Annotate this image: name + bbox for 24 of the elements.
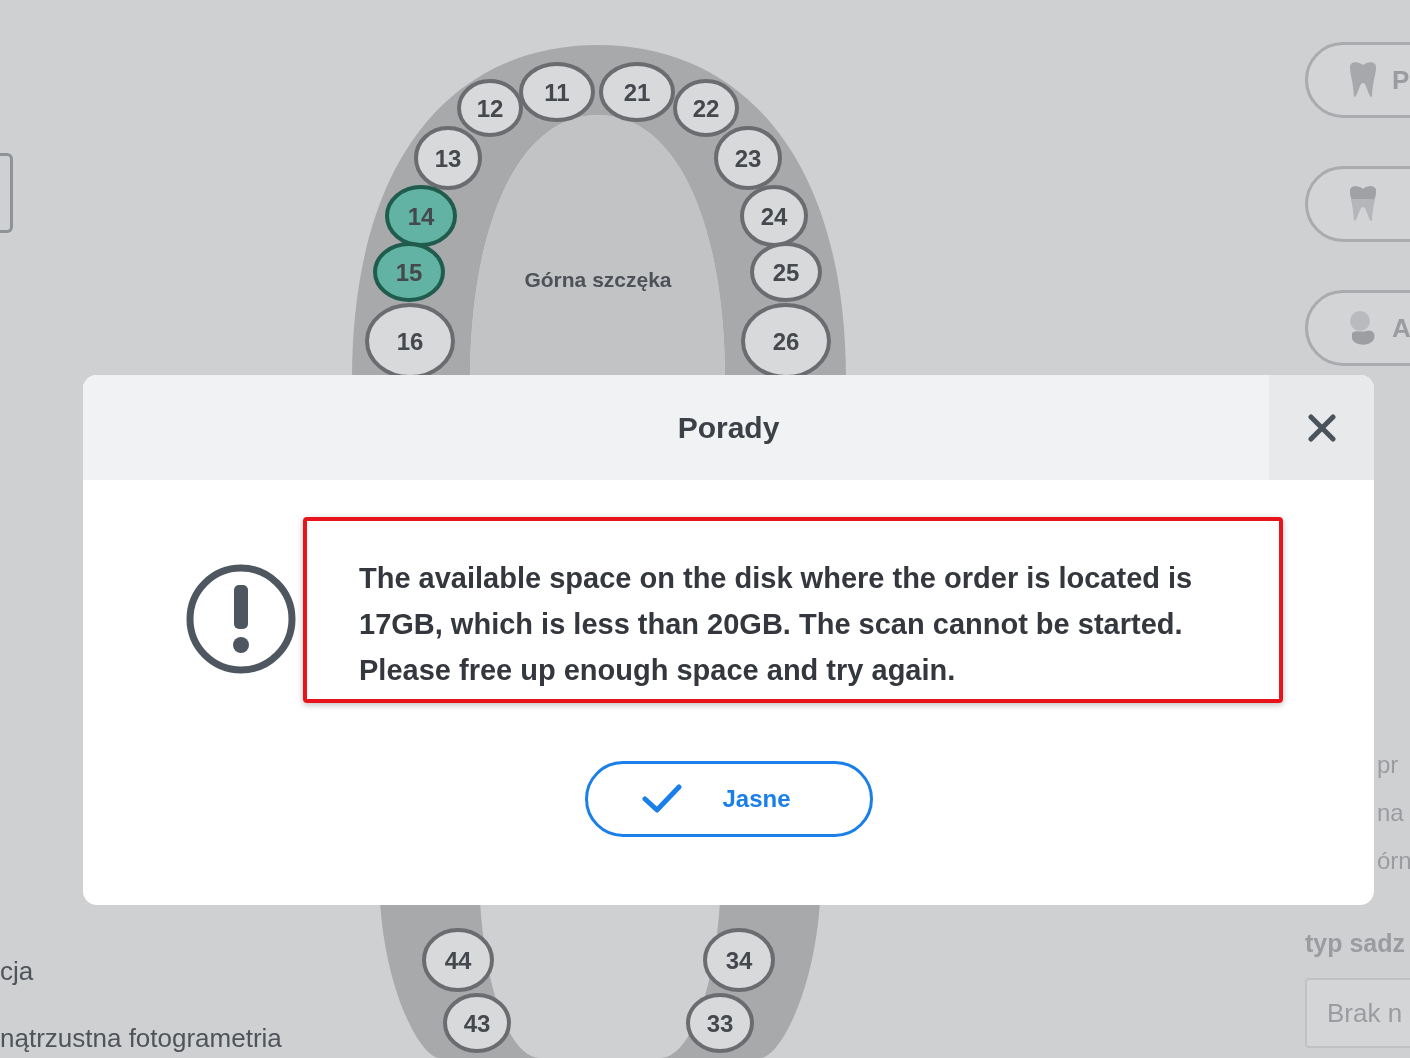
close-icon	[1307, 413, 1336, 442]
tooth[interactable]: 24	[740, 185, 808, 247]
option-label: cja	[0, 956, 35, 987]
tooth[interactable]: 22	[673, 79, 739, 137]
tooth[interactable]: 33	[686, 993, 754, 1053]
dialog-message: The available space on the disk where the order is located is 17GB, which is less than 20GB. The scan cannot be started. Please free up enough space and try again.	[359, 561, 1194, 688]
tooth[interactable]: 44	[422, 928, 494, 992]
tooth[interactable]: 21	[599, 62, 675, 122]
tooth[interactable]: 11	[519, 62, 595, 122]
tooth[interactable]: 13	[414, 126, 482, 190]
tooth[interactable]: 15	[373, 242, 445, 302]
ok-button[interactable]: Jasne	[584, 761, 873, 837]
tooth[interactable]: 12	[457, 79, 523, 137]
tooth[interactable]: 25	[750, 242, 822, 302]
tooth[interactable]: 14	[385, 185, 457, 247]
option-label: nątrzustna fotogrametria	[0, 1023, 283, 1054]
tooth[interactable]: 23	[714, 126, 782, 190]
jaw-label: Górna szczęka	[524, 268, 672, 291]
warning-icon	[185, 563, 297, 675]
tooth[interactable]: 34	[703, 928, 775, 992]
tooth[interactable]: 43	[443, 993, 511, 1053]
check-icon	[642, 784, 683, 814]
close-button[interactable]	[1269, 375, 1374, 480]
dialog-title: Porady	[677, 410, 780, 445]
